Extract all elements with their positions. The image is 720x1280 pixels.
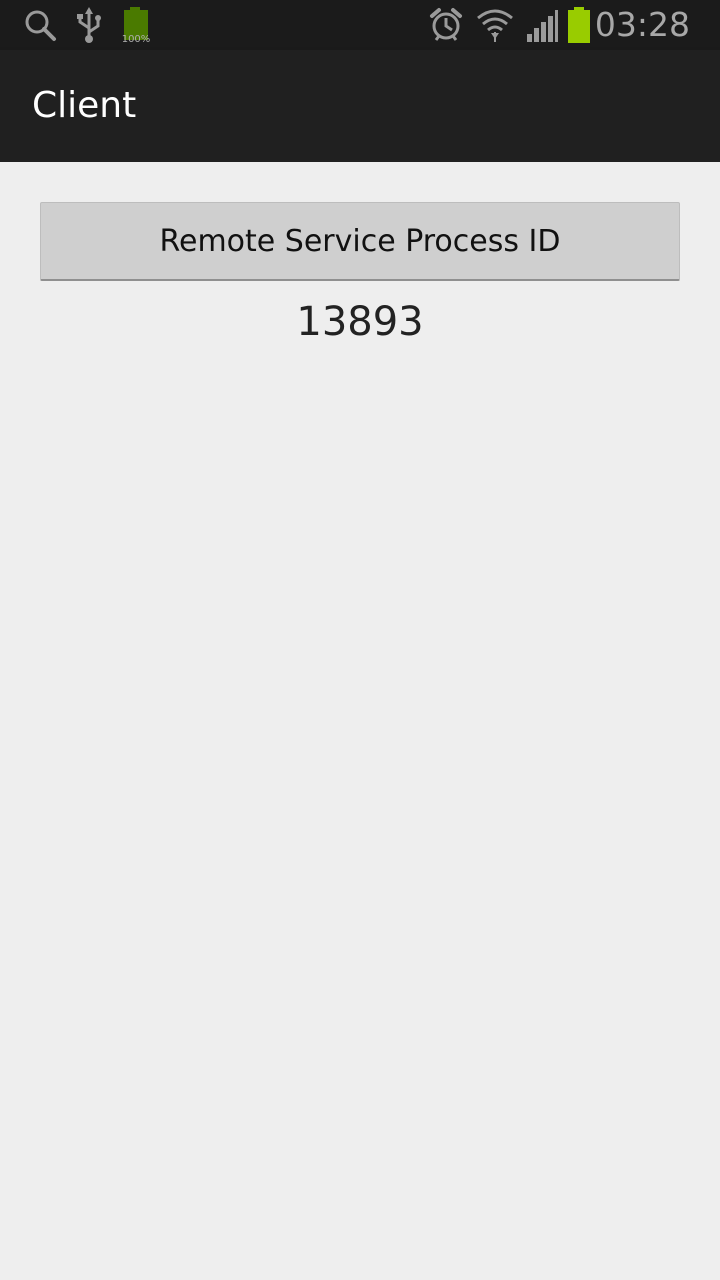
battery-notification-text: 100% [122,34,151,44]
alarm-icon [430,8,462,41]
usb-icon [77,7,101,43]
battery-notification-icon: 100% [122,7,151,44]
action-bar: Client [0,50,720,162]
process-id-value: 13893 [296,299,424,345]
search-icon [25,10,56,41]
battery-icon [568,7,590,43]
main-content: Remote Service Process ID 13893 [0,162,720,1280]
app-title: Client [32,85,137,126]
wifi-icon [477,9,513,42]
remote-service-process-id-button[interactable]: Remote Service Process ID [40,202,680,281]
signal-icon [527,10,558,42]
status-bar: 100% 03:28 [0,0,720,50]
status-time: 03:28 [594,5,690,44]
